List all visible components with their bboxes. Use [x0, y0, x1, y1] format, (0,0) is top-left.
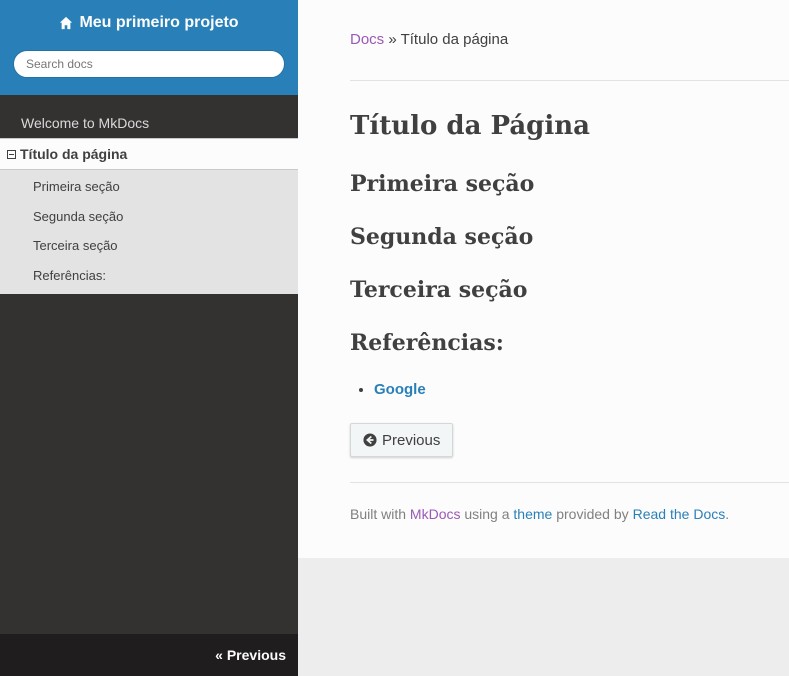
home-icon — [60, 16, 73, 30]
sidebar: Meu primeiro projeto Welcome to MkDocs T… — [0, 0, 298, 676]
breadcrumb: Docs » Título da página — [350, 31, 789, 51]
sidebar-footer: « Previous — [0, 634, 298, 676]
mkdocs-link[interactable]: MkDocs — [410, 506, 461, 522]
divider — [350, 482, 789, 483]
list-item: Google — [374, 381, 789, 398]
project-title: Meu primeiro projeto — [79, 14, 239, 31]
reference-list: Google — [350, 381, 789, 398]
sidebar-item-welcome[interactable]: Welcome to MkDocs — [0, 109, 298, 138]
section-heading-primeira: Primeira seção — [350, 171, 535, 197]
section-heading-segunda: Segunda seção — [350, 224, 534, 250]
sidebar-nav: Welcome to MkDocs Título da página Prime… — [0, 109, 298, 294]
footer-using-a: using a — [464, 506, 510, 522]
read-the-docs-link[interactable]: Read the Docs — [633, 506, 726, 522]
collapse-toggle-icon[interactable] — [7, 149, 16, 159]
footer-built-with: Built with — [350, 506, 407, 522]
google-link[interactable]: Google — [374, 381, 426, 398]
breadcrumb-current: » Título da página — [388, 31, 509, 48]
previous-button-label: Previous — [382, 431, 441, 449]
sidebar-subnav: Primeira seção Segunda seção Terceira se… — [0, 169, 298, 294]
footer-previous-link[interactable]: « Previous — [215, 647, 286, 663]
search-input[interactable] — [13, 50, 285, 78]
footer-period: . — [725, 506, 730, 522]
sidebar-item-current[interactable]: Título da página — [0, 138, 298, 169]
page-footer: Built with MkDocs using a theme provided… — [350, 506, 789, 522]
sidebar-subitem-primeira[interactable]: Primeira seção — [0, 172, 298, 202]
sidebar-item-current-label: Título da página — [20, 145, 128, 162]
main-content: Docs » Título da página Título da Página… — [298, 0, 789, 558]
section-heading-referencias: Referências: — [350, 330, 504, 356]
circle-arrow-left-icon — [363, 433, 377, 447]
footer-provided-by: provided by — [556, 506, 629, 522]
page-title: Título da Página — [350, 111, 590, 141]
sidebar-subitem-segunda[interactable]: Segunda seção — [0, 202, 298, 232]
theme-link[interactable]: theme — [513, 506, 552, 522]
previous-button[interactable]: Previous — [350, 423, 454, 457]
sidebar-subitem-terceira[interactable]: Terceira seção — [0, 231, 298, 261]
sidebar-header: Meu primeiro projeto — [0, 0, 298, 95]
sidebar-subitem-referencias[interactable]: Referências: — [0, 261, 298, 291]
section-heading-terceira: Terceira seção — [350, 277, 528, 303]
breadcrumb-docs-link[interactable]: Docs — [350, 31, 384, 48]
divider — [350, 80, 789, 81]
project-home-link[interactable]: Meu primeiro projeto — [59, 14, 239, 32]
